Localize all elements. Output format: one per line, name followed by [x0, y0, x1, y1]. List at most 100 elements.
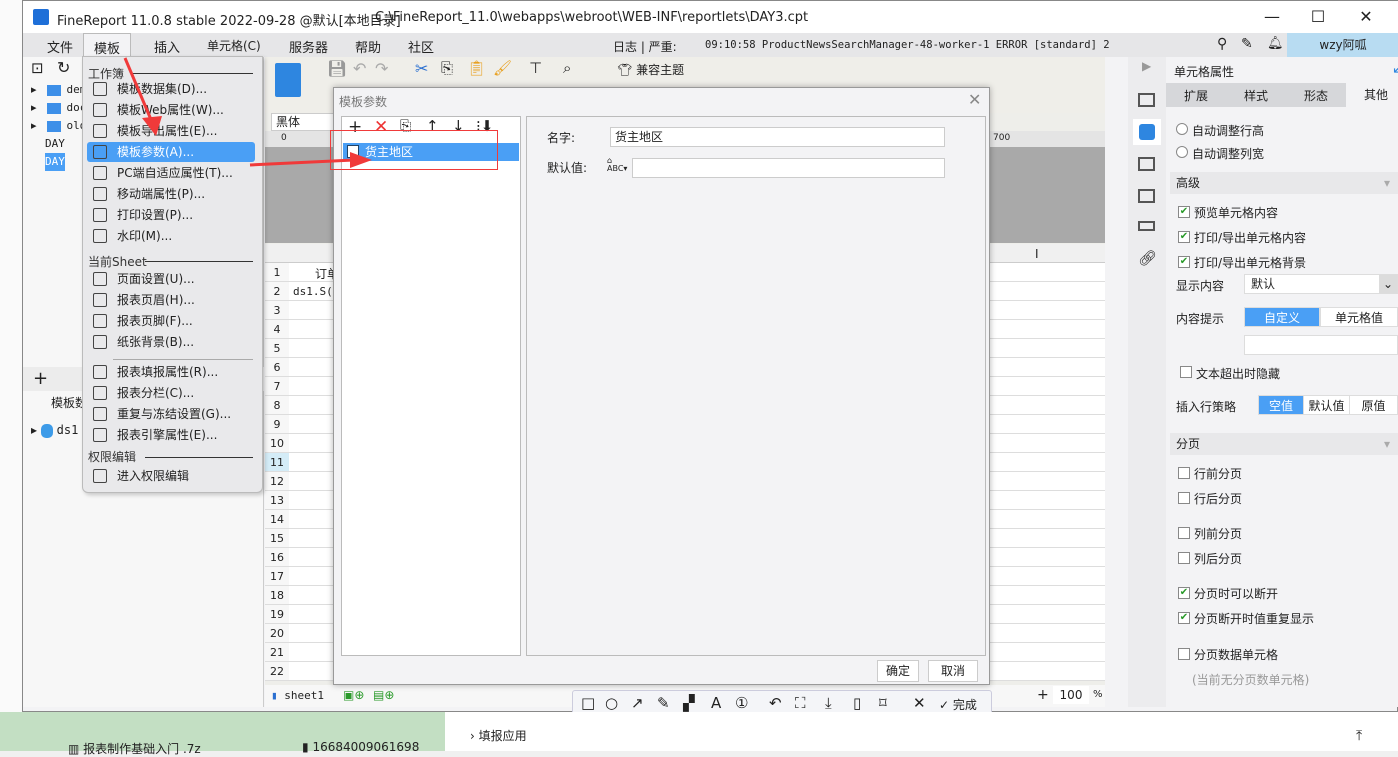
row-header[interactable]: 11 — [265, 453, 289, 472]
checkbox[interactable] — [1178, 552, 1190, 564]
row-header[interactable]: 5 — [265, 339, 289, 358]
radio-auto-col-width[interactable] — [1176, 146, 1188, 158]
font-select[interactable]: 黑体 — [271, 113, 341, 131]
tab-style[interactable]: 样式 — [1226, 87, 1286, 104]
preview-icon[interactable] — [275, 63, 301, 97]
row-header[interactable]: 4 — [265, 320, 289, 339]
ok-button[interactable]: 确定 — [877, 660, 919, 682]
taskbar-item-fill-app[interactable]: › 填报应用 — [470, 727, 527, 744]
menu-help[interactable]: 帮助 — [355, 37, 381, 56]
row-header[interactable]: 12 — [265, 472, 289, 491]
tip-cell-value-option[interactable]: 单元格值 — [1320, 307, 1398, 327]
menu-item[interactable]: 重复与冻结设置(G)... — [87, 404, 255, 424]
log-message[interactable]: 09:10:58 ProductNewsSearchManager-48-wor… — [705, 39, 1110, 51]
link-icon[interactable]: 🔗︎ — [1138, 249, 1157, 267]
tip-custom-option[interactable]: 自定义 — [1244, 307, 1320, 327]
display-select[interactable]: 默认 ⌄ — [1244, 274, 1398, 294]
checkbox[interactable]: ✔ — [1178, 206, 1190, 218]
mosaic-tool-icon[interactable]: ▞ — [683, 694, 695, 712]
menu-item-enter-permission[interactable]: 进入权限编辑 — [87, 466, 255, 486]
row-header[interactable]: 3 — [265, 301, 289, 320]
dataset-item[interactable]: ▸ ds1 — [31, 423, 78, 438]
zoom-input[interactable]: 100 — [1053, 686, 1089, 704]
menu-item[interactable]: 报表引擎属性(E)... — [87, 425, 255, 445]
arrow-tool-icon[interactable]: ↗ — [631, 694, 644, 712]
menu-template[interactable]: 模板 — [83, 33, 132, 57]
menu-item[interactable]: 模板数据集(D)... — [87, 79, 255, 99]
row-header[interactable]: 22 — [265, 662, 289, 681]
section-advanced[interactable]: 高级 ▾ — [1170, 172, 1398, 194]
row-header[interactable]: 13 — [265, 491, 289, 510]
taskbar-item-archive[interactable]: ▥ 报表制作基础入门 .7z — [68, 740, 201, 757]
value-type-icon[interactable]: ⌂ ABC▾ — [607, 157, 627, 173]
menu-item[interactable]: 模板Web属性(W)... — [87, 100, 255, 120]
menu-item[interactable]: 打印设置(P)... — [87, 205, 255, 225]
tree-item[interactable]: ▸ doc — [31, 99, 86, 117]
row-header[interactable]: 6 — [265, 358, 289, 377]
row-header[interactable]: 2 — [265, 282, 289, 301]
save-icon[interactable]: 💾︎ — [327, 59, 347, 78]
cut-icon[interactable]: ✂ — [415, 59, 428, 78]
tree-item[interactable]: ▸ dem — [31, 81, 86, 99]
text-search-icon[interactable]: ⊤ — [529, 59, 542, 77]
row-header[interactable]: 21 — [265, 643, 289, 662]
menu-item[interactable]: PC端自适应属性(T)... — [87, 163, 255, 183]
row-header[interactable]: 8 — [265, 396, 289, 415]
notes-icon[interactable]: ✎ — [1241, 36, 1253, 52]
paste-icon[interactable]: 📋︎ — [467, 59, 486, 77]
tab-other[interactable]: 其他 — [1346, 83, 1398, 107]
menu-item[interactable]: 模板参数(A)... — [87, 142, 255, 162]
text-tool-icon[interactable]: A — [711, 694, 721, 712]
undo-icon[interactable]: ↶ — [353, 59, 366, 78]
insert-default-option[interactable]: 默认值 — [1304, 395, 1350, 415]
add-form-sheet-icon[interactable]: ▤⊕ — [373, 688, 394, 702]
menu-cell[interactable]: 单元格(C) — [207, 37, 261, 54]
undo-tool-icon[interactable]: ↶ — [769, 694, 782, 712]
row-header[interactable]: 19 — [265, 605, 289, 624]
row-header[interactable]: 17 — [265, 567, 289, 586]
log-label[interactable]: 日志 | 严重: — [613, 38, 677, 55]
close-button[interactable]: ✕ — [1343, 7, 1389, 26]
section-paging[interactable]: 分页 ▾ — [1170, 433, 1398, 455]
menu-server[interactable]: 服务器 — [289, 37, 328, 56]
copy-icon[interactable]: ⎘ — [441, 59, 453, 77]
maximize-button[interactable]: ☐ — [1295, 7, 1341, 26]
checkbox[interactable]: ✔ — [1178, 587, 1190, 599]
row-header[interactable]: 18 — [265, 586, 289, 605]
checkbox[interactable]: ✔ — [1178, 231, 1190, 243]
border-icon[interactable] — [1138, 157, 1155, 171]
widget-icon[interactable] — [1138, 189, 1155, 203]
tree-item[interactable]: ▸ old — [31, 117, 86, 135]
ellipse-tool-icon[interactable]: ○ — [605, 694, 618, 712]
cancel-tool-icon[interactable]: ✕ — [913, 694, 926, 712]
menu-item[interactable]: 报表页眉(H)... — [87, 290, 255, 310]
minimize-button[interactable]: — — [1249, 7, 1295, 26]
cell-a2[interactable]: ds1.S( — [293, 285, 333, 298]
theme-button[interactable]: 👕︎ 兼容主题 — [617, 61, 684, 78]
row-header[interactable]: 1 — [265, 263, 289, 282]
menu-item[interactable]: 报表页脚(F)... — [87, 311, 255, 331]
pin-tool-icon[interactable]: ▯ — [853, 694, 861, 712]
condition-icon[interactable] — [1138, 221, 1155, 231]
expand-arrow-icon[interactable]: ▶ — [1142, 59, 1151, 73]
checkbox[interactable] — [1178, 467, 1190, 479]
add-dataset-icon[interactable]: + — [33, 368, 48, 389]
tab-expand[interactable]: 扩展 — [1166, 87, 1226, 104]
format-brush-icon[interactable]: 🖌︎ — [493, 59, 512, 77]
default-value-input[interactable] — [632, 158, 945, 178]
bookmark-tool-icon[interactable]: ⌑ — [879, 694, 887, 712]
menu-item[interactable]: 报表分栏(C)... — [87, 383, 255, 403]
row-header[interactable]: 7 — [265, 377, 289, 396]
ocr-tool-icon[interactable]: ⛶ — [795, 694, 806, 712]
menu-item[interactable]: 水印(M)... — [87, 226, 255, 246]
row-header[interactable]: 10 — [265, 434, 289, 453]
bell-icon[interactable]: 🔔︎ — [1267, 36, 1284, 51]
hide-overflow-checkbox[interactable] — [1180, 366, 1192, 378]
name-input[interactable]: 货主地区 — [610, 127, 945, 147]
checkbox[interactable] — [1178, 492, 1190, 504]
row-header[interactable]: 9 — [265, 415, 289, 434]
new-folder-icon[interactable]: ⊡ — [31, 59, 44, 77]
add-sheet-icon[interactable]: ▣⊕ — [343, 688, 364, 702]
menu-item[interactable]: 模板导出属性(E)... — [87, 121, 255, 141]
menu-item[interactable]: 报表填报属性(R)... — [87, 362, 255, 382]
